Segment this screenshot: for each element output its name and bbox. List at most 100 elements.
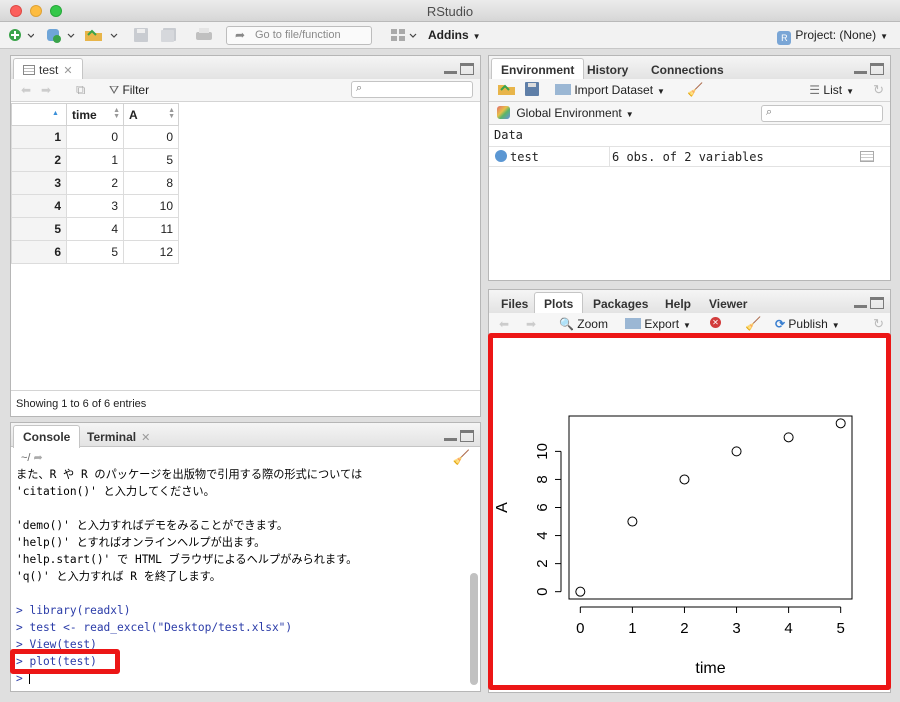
console-path[interactable]: ~/ ➦ bbox=[21, 451, 43, 464]
tab-label: test bbox=[39, 63, 59, 77]
print-icon[interactable] bbox=[195, 27, 213, 43]
expand-icon[interactable] bbox=[495, 150, 507, 162]
minimize-pane-button[interactable] bbox=[854, 297, 867, 308]
goto-file-input[interactable]: ➦ Go to file/function bbox=[226, 26, 372, 45]
popout-icon[interactable]: ⧉ bbox=[76, 82, 85, 98]
path-label: ~/ bbox=[21, 452, 31, 464]
var-desc: 6 obs. of 2 variables bbox=[612, 150, 764, 164]
grid-layout-icon[interactable] bbox=[390, 27, 418, 43]
filter-label: Filter bbox=[122, 83, 150, 97]
forward-arrow-icon[interactable]: ➡ bbox=[41, 83, 51, 97]
refresh-icon[interactable]: ↻ bbox=[873, 82, 884, 98]
maximize-pane-button[interactable] bbox=[460, 63, 474, 75]
cell-time: 3 bbox=[66, 194, 124, 218]
chevron-down-icon: ▼ bbox=[683, 321, 691, 330]
publish-menu[interactable]: ⟳ Publish ▼ bbox=[775, 317, 840, 331]
env-section-header: Data bbox=[489, 126, 890, 146]
highlight-plot-output bbox=[488, 333, 891, 690]
minimize-pane-button[interactable] bbox=[854, 63, 867, 74]
close-icon[interactable]: ✕ bbox=[63, 65, 72, 77]
table-row: 215 bbox=[11, 148, 179, 172]
filter-button[interactable]: ⛛ Filter bbox=[109, 83, 149, 98]
console-tabbar: Console Terminal ✕ bbox=[11, 423, 480, 448]
window-title: RStudio bbox=[426, 4, 474, 19]
new-project-icon[interactable] bbox=[44, 27, 78, 43]
row-index-cell: 3 bbox=[11, 171, 67, 195]
chevron-down-icon: ▼ bbox=[657, 87, 665, 96]
main-toolbar: ➦ Go to file/function Addins ▼ R Project: … bbox=[0, 22, 900, 49]
highlight-plot-command bbox=[10, 649, 120, 674]
save-workspace-icon[interactable] bbox=[525, 82, 539, 99]
tab-files[interactable]: Files bbox=[491, 292, 538, 314]
list-label: List bbox=[823, 83, 843, 97]
previous-plot-icon[interactable]: ⬅ bbox=[499, 317, 509, 331]
maximize-pane-button[interactable] bbox=[460, 430, 474, 442]
export-menu[interactable]: Export ▼ bbox=[625, 317, 691, 331]
export-icon bbox=[625, 318, 641, 329]
console-command-line: > test <- read_excel("Desktop/test.xlsx"… bbox=[16, 621, 293, 634]
title-bar: RStudio bbox=[0, 0, 900, 22]
save-icon[interactable] bbox=[133, 27, 149, 43]
zoom-button[interactable]: 🔍 Zoom bbox=[559, 317, 608, 331]
column-divider bbox=[609, 147, 610, 167]
environment-scope-select[interactable]: Global Environment ▼ bbox=[497, 106, 634, 120]
cell-time: 1 bbox=[66, 148, 124, 172]
project-menu[interactable]: R Project: (None) ▼ bbox=[777, 28, 888, 45]
cell-a: 0 bbox=[123, 125, 179, 149]
env-toolbar: Import Dataset ▼ 🧹 ☰ List ▼ ↻ bbox=[489, 79, 890, 102]
row-index-header[interactable]: ▲ bbox=[11, 103, 67, 126]
minimize-pane-button[interactable] bbox=[444, 63, 457, 74]
tab-history[interactable]: History bbox=[577, 58, 638, 80]
tab-plots[interactable]: Plots bbox=[534, 292, 584, 315]
save-all-icon[interactable] bbox=[160, 27, 178, 43]
chevron-down-icon: ▼ bbox=[846, 87, 854, 96]
row-index-cell: 1 bbox=[11, 125, 67, 149]
column-header-a[interactable]: A ▲ ▼ bbox=[123, 103, 179, 126]
view-table-icon[interactable] bbox=[860, 151, 874, 162]
new-file-icon[interactable] bbox=[8, 27, 34, 43]
sort-asc-icon: ▲ bbox=[52, 110, 59, 117]
import-dataset-menu[interactable]: Import Dataset ▼ bbox=[555, 83, 665, 97]
tab-environment[interactable]: Environment bbox=[491, 58, 585, 81]
env-search-input[interactable]: ⌕ bbox=[761, 105, 883, 122]
tab-viewer[interactable]: Viewer bbox=[699, 292, 757, 314]
tab-connections[interactable]: Connections bbox=[641, 58, 734, 80]
filter-icon: ⛛ bbox=[109, 83, 120, 97]
load-workspace-icon[interactable] bbox=[497, 82, 517, 99]
column-header-time[interactable]: time ▲ ▼ bbox=[66, 103, 124, 126]
next-plot-icon[interactable]: ➡ bbox=[526, 317, 536, 331]
clear-plots-icon[interactable]: 🧹 bbox=[745, 316, 761, 332]
tab-terminal[interactable]: Terminal ✕ bbox=[77, 425, 160, 447]
cell-a: 12 bbox=[123, 240, 179, 264]
tab-test[interactable]: test ✕ bbox=[13, 58, 83, 81]
row-index-cell: 6 bbox=[11, 240, 67, 264]
env-scope-bar: Global Environment ▼ ⌕ bbox=[489, 102, 890, 125]
source-window-controls bbox=[444, 63, 474, 75]
clear-console-icon[interactable]: 🧹 bbox=[453, 449, 470, 466]
console-scrollbar[interactable] bbox=[470, 573, 478, 685]
minimize-pane-button[interactable] bbox=[444, 430, 457, 441]
tab-help[interactable]: Help bbox=[655, 292, 701, 314]
console-output-line: 'q()' と入力すれば R を終了します。 bbox=[16, 570, 221, 583]
clear-workspace-icon[interactable]: 🧹 bbox=[687, 82, 703, 98]
tab-console[interactable]: Console bbox=[13, 425, 81, 448]
list-icon: ☰ bbox=[809, 83, 821, 97]
table-status: Showing 1 to 6 of 6 entries bbox=[11, 390, 480, 416]
plots-window-controls bbox=[854, 297, 884, 309]
tab-packages[interactable]: Packages bbox=[583, 292, 658, 314]
table-search-input[interactable]: ⌕ bbox=[351, 81, 473, 98]
back-arrow-icon[interactable]: ⬅ bbox=[21, 83, 31, 97]
maximize-pane-button[interactable] bbox=[870, 63, 884, 75]
view-mode-menu[interactable]: ☰ List ▼ bbox=[809, 83, 854, 97]
close-icon[interactable]: ✕ bbox=[141, 432, 150, 444]
env-variable-row[interactable]: test 6 obs. of 2 variables bbox=[489, 146, 890, 167]
maximize-pane-button[interactable] bbox=[870, 297, 884, 309]
table-row: 328 bbox=[11, 171, 179, 195]
refresh-icon[interactable]: ↻ bbox=[873, 316, 884, 332]
remove-plot-icon[interactable]: ✕ bbox=[710, 317, 721, 328]
open-file-icon[interactable] bbox=[84, 27, 118, 43]
cell-a: 8 bbox=[123, 171, 179, 195]
var-name: test bbox=[510, 150, 539, 164]
addins-menu[interactable]: Addins ▼ bbox=[428, 28, 481, 42]
